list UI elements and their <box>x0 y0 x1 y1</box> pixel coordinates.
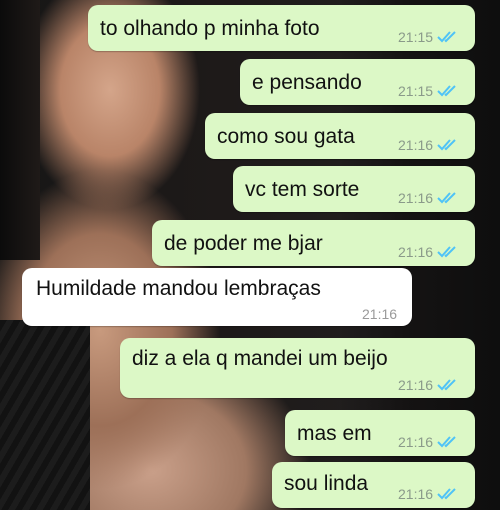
double-check-icon <box>437 436 456 448</box>
double-check-icon <box>437 139 456 151</box>
message-text: diz a ela q mandei um beijo <box>132 347 388 370</box>
message-meta: 21:16 <box>398 137 459 153</box>
double-check-icon <box>437 31 456 43</box>
message-meta: 21:16 <box>398 244 459 260</box>
message-meta: 21:16 <box>398 190 459 206</box>
outgoing-message[interactable]: to olhando p minha foto 21:15 <box>88 5 475 51</box>
message-meta: 21:15 <box>398 29 459 45</box>
message-meta: 21:16 <box>398 377 459 393</box>
outgoing-message[interactable]: vc tem sorte 21:16 <box>233 166 475 212</box>
double-check-icon <box>437 246 456 258</box>
double-check-icon <box>437 488 456 500</box>
message-text: sou linda <box>284 472 369 495</box>
message-meta: 21:16 <box>398 434 459 450</box>
double-check-icon <box>437 192 456 204</box>
message-text: de poder me bjar <box>164 232 323 255</box>
incoming-message[interactable]: Humildade mandou lembraças 21:16 <box>22 268 412 326</box>
message-time: 21:16 <box>398 137 434 153</box>
message-time: 21:15 <box>398 83 434 99</box>
message-time: 21:15 <box>398 29 434 45</box>
message-time: 21:16 <box>398 486 434 502</box>
double-check-icon <box>437 85 456 97</box>
message-time: 21:16 <box>362 306 398 322</box>
outgoing-message[interactable]: mas em 21:16 <box>285 410 475 456</box>
message-text: Humildade mandou lembraças <box>36 277 321 300</box>
outgoing-message[interactable]: de poder me bjar 21:16 <box>152 220 475 266</box>
message-meta: 21:16 <box>362 306 397 322</box>
message-meta: 21:16 <box>398 486 459 502</box>
message-text: vc tem sorte <box>245 178 360 201</box>
background-jacket <box>0 320 90 510</box>
message-text: mas em <box>297 422 372 445</box>
outgoing-message[interactable]: como sou gata 21:16 <box>205 113 475 159</box>
message-text: como sou gata <box>217 125 355 148</box>
message-time: 21:16 <box>398 244 434 260</box>
message-text: e pensando <box>252 71 362 94</box>
outgoing-message[interactable]: sou linda 21:16 <box>272 462 475 508</box>
background-hair-left <box>0 0 40 260</box>
message-time: 21:16 <box>398 190 434 206</box>
message-time: 21:16 <box>398 434 434 450</box>
message-meta: 21:15 <box>398 83 459 99</box>
double-check-icon <box>437 379 456 391</box>
message-time: 21:16 <box>398 377 434 393</box>
outgoing-message[interactable]: e pensando 21:15 <box>240 59 475 105</box>
message-text: to olhando p minha foto <box>100 17 320 40</box>
outgoing-message[interactable]: diz a ela q mandei um beijo 21:16 <box>120 338 475 398</box>
